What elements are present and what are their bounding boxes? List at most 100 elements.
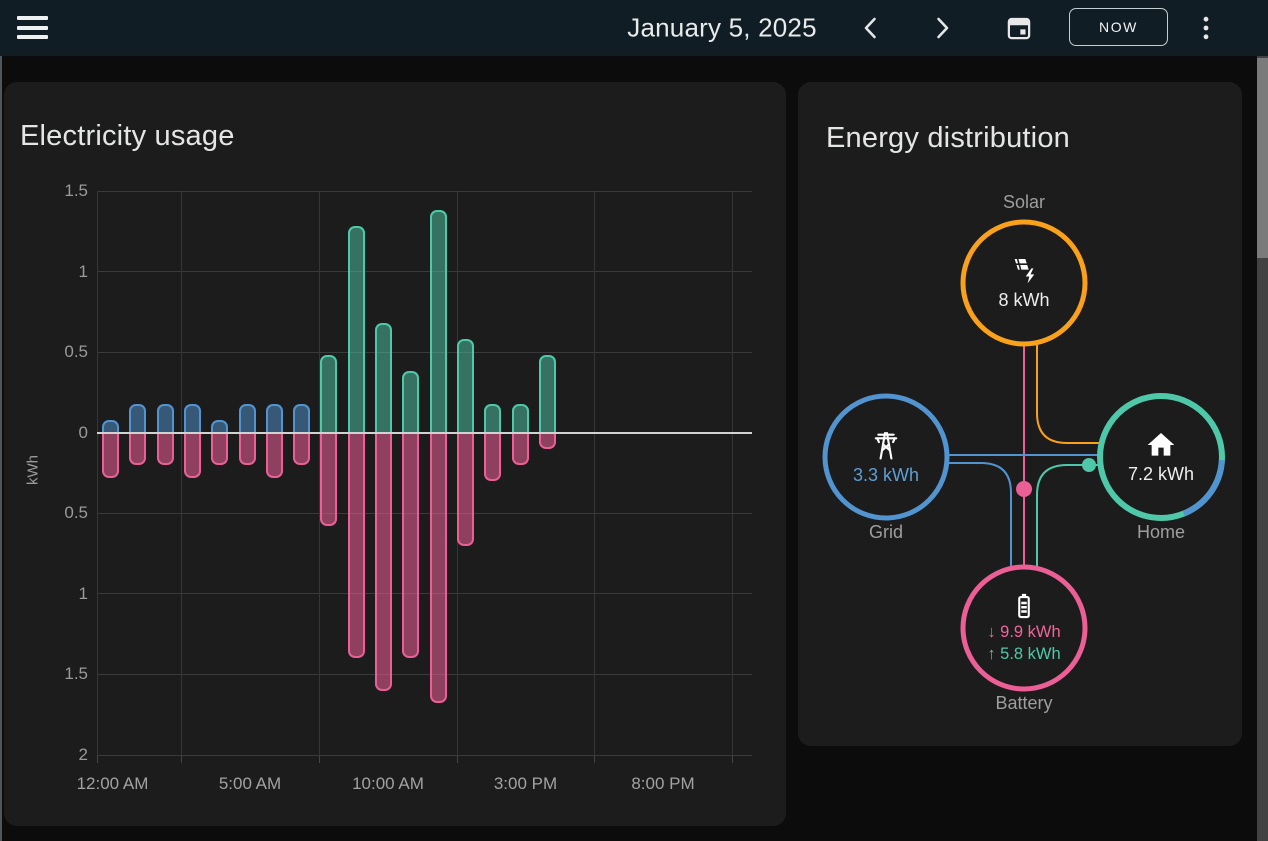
usage-bar[interactable] bbox=[211, 433, 228, 465]
axis-tick bbox=[457, 755, 458, 763]
x-axis-tick-label: 8:00 PM bbox=[608, 774, 718, 794]
app-root: January 5, 2025 NOW Electricity usage kW… bbox=[0, 0, 1268, 841]
gridline bbox=[732, 191, 733, 755]
calendar-icon bbox=[1006, 14, 1033, 42]
y-axis-tick-label: 1 bbox=[38, 584, 88, 604]
energy-distribution-card: Energy distribution Solar bbox=[798, 82, 1242, 746]
y-axis-tick-label: 1.5 bbox=[38, 664, 88, 684]
usage-bar[interactable] bbox=[129, 433, 146, 465]
grid-value: 3.3 kWh bbox=[853, 465, 919, 486]
window-left-edge bbox=[0, 56, 2, 841]
solar-to-home-line bbox=[1037, 345, 1101, 443]
scrollbar-thumb[interactable] bbox=[1257, 58, 1268, 258]
home-node-label: Home bbox=[1091, 522, 1231, 543]
usage-bar[interactable] bbox=[402, 371, 419, 432]
grid-node[interactable]: 3.3 kWh bbox=[825, 396, 947, 518]
usage-bar[interactable] bbox=[375, 323, 392, 433]
battery-charge-flow-dot bbox=[1016, 481, 1032, 497]
y-axis-tick-label: 0 bbox=[38, 423, 88, 443]
solar-value: 8 kWh bbox=[998, 290, 1049, 311]
y-axis-tick-label: 0.5 bbox=[38, 503, 88, 523]
usage-bar[interactable] bbox=[293, 433, 310, 465]
usage-bar[interactable] bbox=[320, 355, 337, 432]
usage-bar[interactable] bbox=[293, 404, 310, 433]
home-value: 7.2 kWh bbox=[1128, 464, 1194, 485]
usage-bar[interactable] bbox=[457, 339, 474, 432]
home-node[interactable]: 7.2 kWh bbox=[1100, 396, 1222, 518]
app-header: January 5, 2025 NOW bbox=[0, 0, 1268, 56]
gridline bbox=[594, 191, 595, 755]
usage-bar[interactable] bbox=[266, 433, 283, 478]
grid-to-battery-line bbox=[947, 463, 1011, 568]
x-axis-tick-label: 5:00 AM bbox=[195, 774, 305, 794]
home-icon bbox=[1145, 429, 1177, 461]
x-axis-tick-label: 12:00 AM bbox=[58, 774, 168, 794]
chevron-right-icon bbox=[936, 17, 950, 39]
gridline bbox=[97, 352, 752, 353]
usage-bar[interactable] bbox=[430, 433, 447, 704]
axis-tick bbox=[181, 755, 182, 763]
usage-bar[interactable] bbox=[239, 404, 256, 433]
usage-bar[interactable] bbox=[266, 404, 283, 433]
usage-bar[interactable] bbox=[184, 433, 201, 478]
gridline bbox=[97, 755, 752, 756]
now-button[interactable]: NOW bbox=[1069, 8, 1168, 46]
axis-tick bbox=[594, 755, 595, 763]
y-axis-tick-label: 2 bbox=[38, 745, 88, 765]
usage-bar[interactable] bbox=[102, 433, 119, 478]
gridline bbox=[97, 513, 752, 514]
usage-bar[interactable] bbox=[457, 433, 474, 546]
prev-day-button[interactable] bbox=[863, 17, 877, 39]
gridline bbox=[97, 593, 752, 594]
usage-bar[interactable] bbox=[539, 355, 556, 432]
transmission-tower-icon bbox=[869, 428, 903, 462]
gridline bbox=[97, 191, 98, 755]
usage-bar[interactable] bbox=[375, 433, 392, 691]
battery-discharge-value: ↑ 5.8 kWh bbox=[987, 643, 1060, 665]
x-axis-tick-label: 10:00 AM bbox=[333, 774, 443, 794]
usage-bar[interactable] bbox=[430, 210, 447, 432]
menu-icon bbox=[17, 16, 48, 20]
energy-flow-diagram: Solar 8 kWh Grid bbox=[798, 82, 1242, 746]
usage-bar[interactable] bbox=[320, 433, 337, 526]
usage-bar[interactable] bbox=[184, 404, 201, 433]
menu-button[interactable] bbox=[16, 14, 50, 41]
usage-bar[interactable] bbox=[484, 404, 501, 433]
date-title: January 5, 2025 bbox=[627, 13, 816, 44]
battery-to-home-line bbox=[1037, 465, 1100, 567]
y-axis-tick-label: 1.5 bbox=[38, 181, 88, 201]
battery-charge-value: ↓ 9.9 kWh bbox=[987, 621, 1060, 643]
kebab-menu-icon bbox=[1203, 16, 1209, 40]
usage-bar[interactable] bbox=[512, 433, 529, 465]
y-axis-unit-label: kWh bbox=[25, 455, 42, 485]
next-day-button[interactable] bbox=[936, 17, 950, 39]
battery-icon bbox=[1009, 591, 1039, 621]
axis-tick bbox=[732, 755, 733, 763]
axis-tick bbox=[97, 755, 98, 763]
usage-bar[interactable] bbox=[512, 404, 529, 433]
y-axis-tick-label: 1 bbox=[38, 262, 88, 282]
scrollbar[interactable] bbox=[1257, 56, 1268, 841]
usage-bar[interactable] bbox=[539, 433, 556, 449]
gridline bbox=[97, 191, 752, 192]
date-picker-button[interactable] bbox=[1006, 14, 1033, 42]
usage-bar[interactable] bbox=[129, 404, 146, 433]
usage-chart: kWh 1.510.500.511.5212:00 AM5:00 AM10:00… bbox=[4, 82, 786, 826]
solar-node-label: Solar bbox=[954, 192, 1094, 213]
gridline bbox=[97, 432, 752, 434]
gridline bbox=[97, 271, 752, 272]
usage-bar[interactable] bbox=[157, 404, 174, 433]
usage-bar[interactable] bbox=[157, 433, 174, 465]
usage-bar[interactable] bbox=[348, 433, 365, 659]
usage-bar[interactable] bbox=[484, 433, 501, 481]
electricity-usage-card: Electricity usage kWh 1.510.500.511.5212… bbox=[4, 82, 786, 826]
solar-node[interactable]: 8 kWh bbox=[963, 222, 1085, 344]
usage-bar[interactable] bbox=[348, 226, 365, 432]
chevron-left-icon bbox=[863, 17, 877, 39]
battery-node-label: Battery bbox=[954, 693, 1094, 714]
usage-bar[interactable] bbox=[239, 433, 256, 465]
usage-bar[interactable] bbox=[402, 433, 419, 659]
battery-node[interactable]: ↓ 9.9 kWh ↑ 5.8 kWh bbox=[963, 567, 1085, 689]
more-options-button[interactable] bbox=[1203, 16, 1209, 40]
x-axis-tick-label: 3:00 PM bbox=[471, 774, 581, 794]
